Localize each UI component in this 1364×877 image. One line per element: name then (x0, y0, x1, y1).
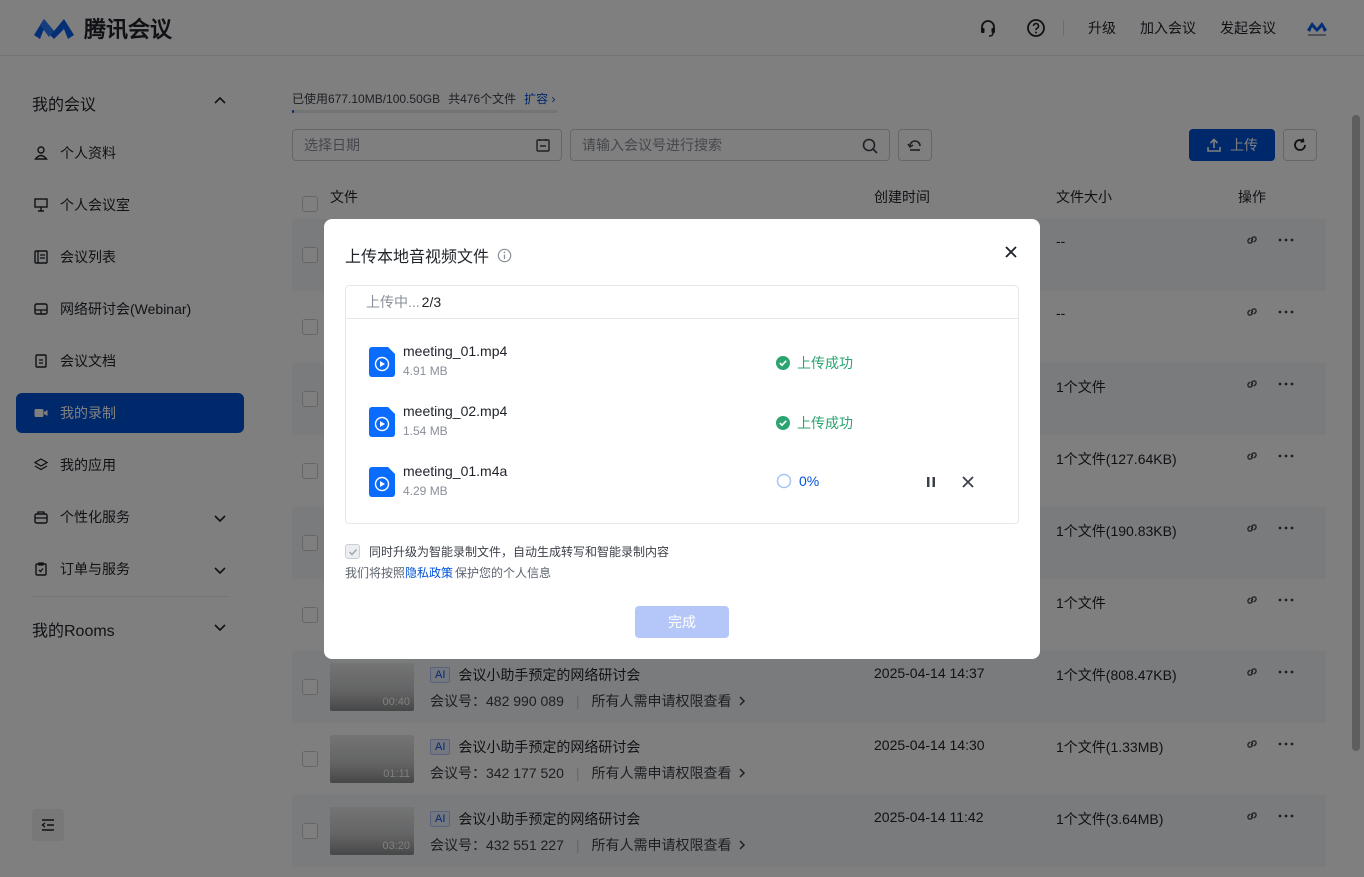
upload-progress-header: 上传中... 2/3 (346, 286, 1018, 319)
file-name: meeting_02.mp4 (403, 403, 508, 419)
privacy-policy-link[interactable]: 隐私政策 (405, 566, 453, 580)
status-text: 上传成功 (797, 355, 853, 371)
check-circle-icon (776, 416, 790, 430)
close-icon (962, 476, 974, 488)
upload-status: 0% (776, 473, 819, 489)
check-circle-icon (776, 356, 790, 370)
upload-status: 上传成功 (776, 353, 853, 373)
privacy-prefix: 我们将按照 (345, 566, 406, 580)
close-icon (1005, 246, 1017, 258)
file-name: meeting_01.m4a (403, 463, 508, 479)
status-text: 上传成功 (797, 415, 853, 431)
upload-file-item: meeting_02.mp4 1.54 MB 上传成功 (346, 403, 1018, 451)
upload-status: 上传成功 (776, 413, 853, 433)
upload-file-item: meeting_01.m4a 4.29 MB 0% (346, 463, 1018, 511)
smart-recording-checkbox[interactable] (345, 544, 360, 559)
smart-recording-option[interactable]: 同时升级为智能录制文件，自动生成转写和智能录制内容 (345, 543, 669, 560)
done-label: 完成 (668, 614, 696, 630)
progress-percent: 0% (799, 473, 820, 489)
info-icon[interactable] (497, 248, 512, 263)
file-name: meeting_01.mp4 (403, 343, 508, 359)
checkmark-icon (348, 548, 357, 556)
dialog-title: 上传本地音视频文件 (345, 243, 512, 267)
loading-ring-icon (776, 473, 792, 489)
audio-file-icon (369, 467, 395, 497)
upload-count: 2/3 (421, 294, 442, 310)
upload-file-item: meeting_01.mp4 4.91 MB 上传成功 (346, 343, 1018, 391)
file-size: 4.29 MB (403, 484, 448, 498)
cancel-upload-button[interactable] (961, 475, 975, 492)
file-size: 4.91 MB (403, 364, 448, 378)
close-button[interactable] (1002, 243, 1020, 261)
video-file-icon (369, 347, 395, 377)
pause-icon (927, 477, 935, 487)
file-size: 1.54 MB (403, 424, 448, 438)
uploading-label: 上传中... (366, 294, 420, 310)
privacy-suffix: 保护您的个人信息 (455, 566, 552, 580)
video-file-icon (369, 407, 395, 437)
upload-list: 上传中... 2/3 meeting_01.mp4 4.91 MB 上传成功 m… (345, 285, 1019, 524)
upload-dialog: 上传本地音视频文件 上传中... 2/3 meeting_01.mp4 4.91… (324, 219, 1040, 659)
dialog-title-text: 上传本地音视频文件 (345, 249, 490, 266)
option-text: 同时升级为智能录制文件，自动生成转写和智能录制内容 (369, 545, 670, 559)
done-button[interactable]: 完成 (635, 606, 729, 638)
pause-button[interactable] (925, 475, 937, 492)
privacy-notice: 我们将按照隐私政策 保护您的个人信息 (345, 564, 551, 581)
